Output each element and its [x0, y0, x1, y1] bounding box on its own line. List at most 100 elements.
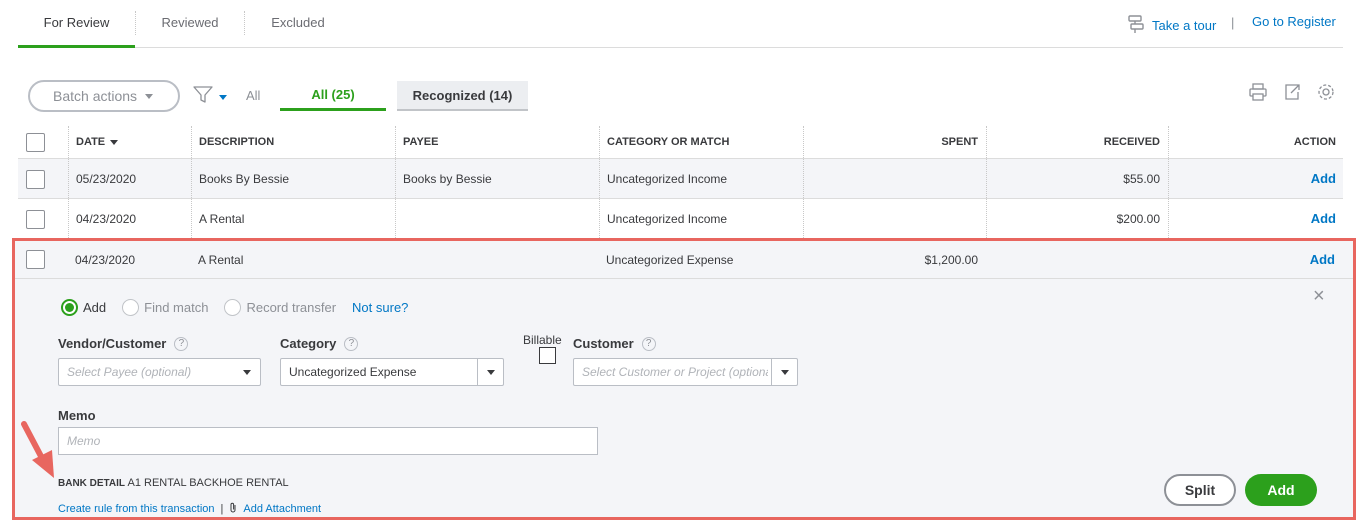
vendor-label-text: Vendor/Customer	[58, 336, 167, 351]
row-description: Books By Bessie	[199, 171, 290, 186]
column-date-label: DATE	[76, 136, 106, 148]
column-description[interactable]: DESCRIPTION	[199, 126, 274, 158]
column-divider	[395, 126, 396, 158]
link-separator: |	[220, 503, 224, 515]
table-tools	[1248, 82, 1336, 107]
take-tour-label: Take a tour	[1152, 18, 1217, 33]
filter-icon	[193, 86, 213, 109]
column-divider	[395, 159, 396, 198]
sort-down-icon	[110, 139, 119, 145]
row-spent	[803, 159, 978, 198]
row-description: A Rental	[198, 252, 244, 267]
row-description: A Rental	[199, 211, 245, 226]
column-date[interactable]: DATE	[76, 126, 119, 158]
row-category: Uncategorized Income	[607, 211, 728, 226]
customer-label: Customer ?	[573, 336, 656, 351]
row-add-link[interactable]: Add	[1168, 199, 1336, 238]
close-icon[interactable]: ×	[1313, 285, 1325, 308]
filter-summary: All	[246, 88, 261, 103]
vendor-placeholder: Select Payee (optional)	[67, 365, 192, 379]
customer-label-text: Customer	[573, 336, 634, 351]
vendor-select[interactable]: Select Payee (optional)	[58, 358, 261, 386]
customer-placeholder: Select Customer or Project (optional)	[582, 365, 768, 379]
batch-actions-label: Batch actions	[53, 88, 138, 104]
paperclip-icon	[229, 502, 237, 516]
transaction-detail-panel: 04/23/2020 A Rental Uncategorized Expens…	[12, 238, 1356, 520]
row-add-link[interactable]: Add	[1168, 159, 1336, 198]
row-date: 05/23/2020	[76, 171, 137, 186]
chevron-down-icon[interactable]	[234, 359, 260, 385]
table-row-expanded[interactable]: 04/23/2020 A Rental Uncategorized Expens…	[15, 241, 1353, 279]
row-add-link[interactable]: Add	[1167, 241, 1335, 278]
annotation-arrow-icon	[18, 420, 58, 485]
tab-for-review[interactable]: For Review	[18, 0, 135, 48]
row-checkbox[interactable]	[26, 210, 45, 229]
column-divider	[191, 199, 192, 238]
take-tour-link[interactable]: Take a tour	[1126, 14, 1216, 37]
column-spent[interactable]: SPENT	[803, 126, 978, 158]
bank-detail-label: BANK DETAIL	[58, 478, 126, 489]
tab-excluded[interactable]: Excluded	[245, 0, 351, 48]
bank-detail: BANK DETAIL A1 RENTAL BACKHOE RENTAL	[58, 477, 289, 489]
chevron-down-icon	[145, 93, 154, 99]
table-row[interactable]: 04/23/2020 A Rental Uncategorized Income…	[18, 199, 1343, 239]
chevron-down-icon[interactable]	[477, 359, 503, 385]
column-payee[interactable]: PAYEE	[403, 126, 438, 158]
row-category: Uncategorized Expense	[606, 252, 734, 267]
batch-actions-button[interactable]: Batch actions	[28, 80, 180, 112]
column-divider	[191, 126, 192, 158]
radio-add[interactable]	[61, 299, 78, 316]
column-category[interactable]: CATEGORY OR MATCH	[607, 126, 729, 158]
column-action: ACTION	[1293, 136, 1336, 148]
billable-label: Billable	[523, 333, 562, 347]
add-attachment-link[interactable]: Add Attachment	[243, 503, 321, 515]
column-divider	[191, 159, 192, 198]
help-icon[interactable]: ?	[174, 336, 189, 351]
row-date: 04/23/2020	[75, 252, 136, 267]
segment-recognized[interactable]: Recognized (14)	[397, 81, 528, 111]
select-all-checkbox[interactable]	[26, 133, 45, 152]
create-rule-link[interactable]: Create rule from this transaction	[58, 503, 215, 515]
radio-find-match[interactable]	[122, 299, 140, 316]
link-separator: |	[1231, 15, 1235, 30]
chevron-down-icon[interactable]	[771, 359, 797, 385]
column-received[interactable]: RECEIVED	[986, 126, 1160, 158]
column-divider	[599, 126, 600, 158]
row-checkbox[interactable]	[26, 170, 45, 189]
memo-label: Memo	[58, 408, 96, 423]
row-spent	[803, 199, 978, 238]
radio-add-label: Add	[83, 300, 107, 315]
row-received: $55.00	[1123, 171, 1160, 186]
category-label: Category ?	[280, 336, 359, 351]
split-button[interactable]: Split	[1164, 474, 1236, 506]
tab-reviewed[interactable]: Reviewed	[136, 0, 244, 48]
filter-button[interactable]	[193, 86, 227, 109]
radio-record-transfer-label: Record transfer	[246, 300, 337, 315]
table-header: DATE DESCRIPTION PAYEE CATEGORY OR MATCH…	[18, 126, 1343, 159]
category-select[interactable]: Uncategorized Expense	[280, 358, 504, 386]
column-divider	[68, 126, 69, 158]
gear-icon[interactable]	[1316, 82, 1336, 107]
go-to-register-link[interactable]: Go to Register	[1252, 14, 1336, 29]
add-button[interactable]: Add	[1245, 474, 1317, 506]
column-divider	[599, 159, 600, 198]
segment-all[interactable]: All (25)	[280, 81, 386, 111]
customer-select[interactable]: Select Customer or Project (optional)	[573, 358, 798, 386]
billable-checkbox[interactable]	[539, 347, 556, 364]
help-icon[interactable]: ?	[344, 336, 359, 351]
action-radio-group: Add Find match Record transfer Not sure?	[61, 299, 408, 316]
help-icon[interactable]: ?	[641, 336, 656, 351]
export-icon[interactable]	[1282, 82, 1302, 107]
row-received	[985, 241, 1159, 278]
row-date: 04/23/2020	[76, 211, 137, 226]
memo-input[interactable]: Memo	[58, 427, 598, 455]
radio-record-transfer[interactable]	[224, 299, 242, 316]
panel-links: Create rule from this transaction | Add …	[58, 502, 321, 516]
category-label-text: Category	[280, 336, 337, 351]
not-sure-link[interactable]: Not sure?	[352, 300, 408, 315]
print-icon[interactable]	[1248, 82, 1268, 107]
table-row[interactable]: 05/23/2020 Books By Bessie Books by Bess…	[18, 159, 1343, 199]
row-checkbox[interactable]	[26, 250, 45, 269]
column-divider	[68, 159, 69, 198]
row-payee: Books by Bessie	[403, 171, 492, 186]
